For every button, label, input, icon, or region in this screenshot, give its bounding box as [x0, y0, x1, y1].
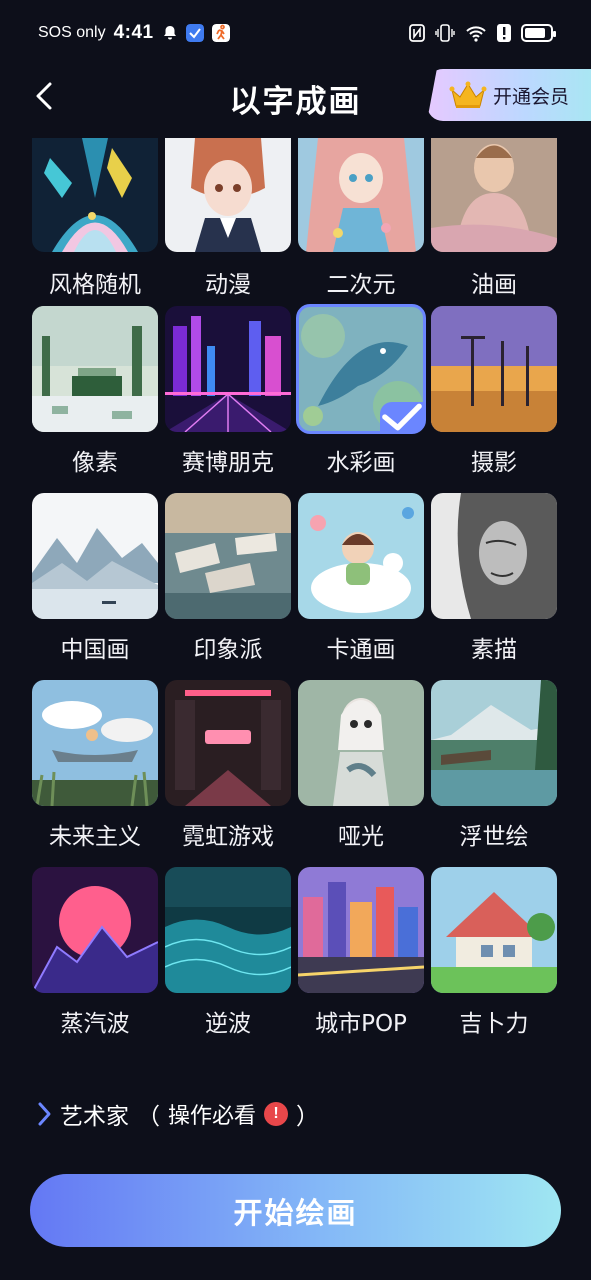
chevron-right-icon	[38, 1102, 51, 1126]
clock: 4:41	[113, 22, 154, 43]
vibrate-icon	[435, 24, 455, 42]
style-item-ghibli[interactable]: 吉卜力	[431, 867, 557, 1054]
app-badge-icon	[185, 24, 204, 42]
style-thumbnail	[165, 138, 291, 252]
style-item-oil-painting[interactable]: 油画	[431, 138, 557, 306]
style-thumbnail	[431, 306, 557, 432]
style-item-2d[interactable]: 二次元	[298, 138, 424, 306]
style-item-futurism[interactable]: 未来主义	[32, 680, 158, 867]
nfc-icon	[409, 24, 425, 42]
style-thumbnail	[298, 680, 424, 806]
style-item-cyberpunk[interactable]: 赛博朋克	[165, 306, 291, 493]
status-right	[409, 24, 556, 42]
status-bar: SOS only 4:41	[0, 0, 591, 66]
status-left: SOS only 4:41	[38, 22, 230, 44]
must-read-link[interactable]: 操作必看	[168, 1098, 256, 1130]
style-item-cartoon[interactable]: 卡通画	[298, 493, 424, 680]
style-label: 城市POP	[315, 1011, 407, 1037]
style-item-impressionism[interactable]: 印象派	[165, 493, 291, 680]
style-thumbnail	[296, 304, 426, 434]
style-label: 蒸汽波	[60, 1011, 130, 1037]
style-item-pixel[interactable]: 像素	[32, 306, 158, 493]
style-item-photography[interactable]: 摄影	[431, 306, 557, 493]
bell-icon	[163, 26, 176, 40]
style-label: 未来主义	[49, 824, 141, 850]
style-grid-scroll[interactable]: 风格随机 动漫 二次元 油画 像素 赛博朋克 水彩画 摄影 中国画 印象派 卡通…	[0, 138, 591, 1058]
style-label: 油画	[471, 272, 517, 298]
style-item-random[interactable]: 风格随机	[32, 138, 158, 306]
wifi-icon	[466, 26, 486, 42]
vip-button[interactable]: 开通会员	[427, 69, 591, 121]
style-thumbnail	[32, 680, 158, 806]
style-label: 水彩画	[326, 450, 396, 476]
style-item-watercolor[interactable]: 水彩画	[296, 304, 426, 493]
alert-icon	[497, 24, 511, 42]
style-label: 哑光	[338, 824, 384, 850]
alert-icon: !	[264, 1102, 289, 1126]
battery-icon	[521, 24, 556, 42]
style-label: 逆波	[205, 1011, 251, 1037]
check-icon	[382, 403, 422, 431]
style-label: 浮世绘	[459, 824, 529, 850]
start-drawing-button[interactable]: 开始绘画	[30, 1174, 561, 1247]
header: 以字成画 开通会员	[0, 66, 591, 128]
style-label: 中国画	[60, 637, 130, 663]
style-label: 印象派	[193, 637, 263, 663]
battery-level	[525, 28, 545, 38]
style-thumbnail	[32, 138, 158, 252]
style-thumbnail	[165, 306, 291, 432]
style-item-vaporwave[interactable]: 蒸汽波	[32, 867, 158, 1054]
style-item-city-pop[interactable]: 城市POP	[298, 867, 424, 1054]
style-label: 卡通画	[326, 637, 396, 663]
style-thumbnail	[431, 138, 557, 252]
style-thumbnail	[165, 493, 291, 619]
style-thumbnail	[431, 867, 557, 993]
style-label: 摄影	[471, 450, 517, 476]
style-thumbnail	[431, 493, 557, 619]
style-thumbnail	[165, 867, 291, 993]
style-thumbnail	[431, 680, 557, 806]
artist-label: 艺术家	[60, 1104, 129, 1130]
close-paren: ）	[296, 1104, 320, 1130]
open-paren: （	[137, 1104, 160, 1130]
style-label: 风格随机	[49, 272, 141, 298]
crown-icon	[449, 81, 487, 108]
style-thumbnail	[298, 138, 424, 252]
style-label: 动漫	[205, 272, 251, 298]
style-grid: 风格随机 动漫 二次元 油画 像素 赛博朋克 水彩画 摄影 中国画 印象派 卡通…	[32, 138, 557, 1054]
vip-label: 开通会员	[493, 85, 570, 108]
runner-app-icon	[211, 24, 230, 42]
style-thumbnail	[32, 306, 158, 432]
style-item-chinese-painting[interactable]: 中国画	[32, 493, 158, 680]
selected-badge	[380, 402, 424, 432]
style-label: 霓虹游戏	[182, 824, 274, 850]
style-item-wave[interactable]: 逆波	[165, 867, 291, 1054]
style-label: 素描	[471, 637, 517, 663]
style-label: 吉卜力	[459, 1011, 529, 1037]
style-label: 赛博朋克	[182, 450, 274, 476]
style-thumbnail	[32, 867, 158, 993]
style-label: 像素	[72, 450, 118, 476]
style-item-matte[interactable]: 哑光	[298, 680, 424, 867]
style-item-neon-game[interactable]: 霓虹游戏	[165, 680, 291, 867]
style-thumbnail	[298, 493, 424, 619]
style-thumbnail	[165, 680, 291, 806]
artist-row[interactable]: 艺术家 （ 操作必看 ! ）	[36, 1094, 319, 1134]
style-thumbnail	[298, 867, 424, 993]
style-item-sketch[interactable]: 素描	[431, 493, 557, 680]
carrier-text: SOS only	[38, 24, 106, 41]
style-thumbnail	[32, 493, 158, 619]
style-label: 二次元	[326, 272, 396, 298]
style-item-anime[interactable]: 动漫	[165, 138, 291, 306]
style-item-ukiyoe[interactable]: 浮世绘	[431, 680, 557, 867]
